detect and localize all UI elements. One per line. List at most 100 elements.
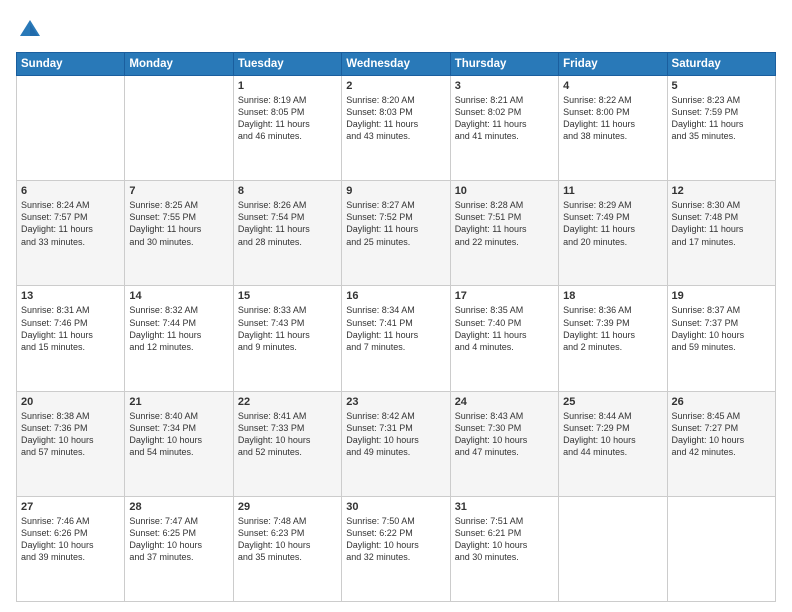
calendar-cell: 10Sunrise: 8:28 AM Sunset: 7:51 PM Dayli… xyxy=(450,181,558,286)
day-number: 7 xyxy=(129,185,228,197)
calendar-week-3: 13Sunrise: 8:31 AM Sunset: 7:46 PM Dayli… xyxy=(17,286,776,391)
calendar-cell: 8 Sunrise: 8:26 AM Sunset: 7:54 PM Daylig… xyxy=(233,181,341,286)
calendar-cell: 31 Sunrise: 7:51 AM Sunset: 6:21 PM Dayli… xyxy=(450,496,558,601)
day-number: 16 xyxy=(346,290,445,302)
calendar-cell xyxy=(125,76,233,181)
day-content: Sunrise: 8:32 AM Sunset: 7:44 PM Dayligh… xyxy=(129,304,228,353)
day-number: 15 xyxy=(238,290,337,302)
logo xyxy=(16,16,48,44)
day-number: 12 xyxy=(672,185,771,197)
calendar-cell: 27 Sunrise: 7:46 AM Sunset: 6:26 PM Dayli… xyxy=(17,496,125,601)
day-number: 1 xyxy=(238,80,337,92)
day-content: Sunrise: 8:27 AM Sunset: 7:52 PM Dayligh… xyxy=(346,199,445,248)
day-content: Sunrise: 8:45 AM Sunset: 7:27 PM Dayligh… xyxy=(672,410,771,459)
calendar-cell: 25Sunrise: 8:44 AM Sunset: 7:29 PM Dayli… xyxy=(559,391,667,496)
calendar-dow-monday: Monday xyxy=(125,53,233,76)
day-number: 27 xyxy=(21,501,120,513)
calendar-cell: 13Sunrise: 8:31 AM Sunset: 7:46 PM Dayli… xyxy=(17,286,125,391)
day-content: Sunrise: 7:46 AM Sunset: 6:26 PM Dayligh… xyxy=(21,515,120,564)
day-number: 20 xyxy=(21,396,120,408)
calendar-cell: 9 Sunrise: 8:27 AM Sunset: 7:52 PM Daylig… xyxy=(342,181,450,286)
day-number: 18 xyxy=(563,290,662,302)
calendar-cell: 7Sunrise: 8:25 AM Sunset: 7:55 PM Daylig… xyxy=(125,181,233,286)
day-content: Sunrise: 7:48 AM Sunset: 6:23 PM Dayligh… xyxy=(238,515,337,564)
calendar-dow-thursday: Thursday xyxy=(450,53,558,76)
calendar-cell xyxy=(559,496,667,601)
day-number: 31 xyxy=(455,501,554,513)
calendar-header-row: SundayMondayTuesdayWednesdayThursdayFrid… xyxy=(17,53,776,76)
day-number: 19 xyxy=(672,290,771,302)
day-content: Sunrise: 8:43 AM Sunset: 7:30 PM Dayligh… xyxy=(455,410,554,459)
day-content: Sunrise: 8:37 AM Sunset: 7:37 PM Dayligh… xyxy=(672,304,771,353)
calendar-cell: 18 Sunrise: 8:36 AM Sunset: 7:39 PM Dayli… xyxy=(559,286,667,391)
day-number: 13 xyxy=(21,290,120,302)
day-number: 4 xyxy=(563,80,662,92)
day-content: Sunrise: 8:35 AM Sunset: 7:40 PM Dayligh… xyxy=(455,304,554,353)
calendar-cell: 5 Sunrise: 8:23 AM Sunset: 7:59 PM Daylig… xyxy=(667,76,775,181)
calendar-cell: 24 Sunrise: 8:43 AM Sunset: 7:30 PM Dayli… xyxy=(450,391,558,496)
day-content: Sunrise: 8:24 AM Sunset: 7:57 PM Dayligh… xyxy=(21,199,120,248)
day-number: 21 xyxy=(129,396,228,408)
day-number: 17 xyxy=(455,290,554,302)
day-content: Sunrise: 8:34 AM Sunset: 7:41 PM Dayligh… xyxy=(346,304,445,353)
day-content: Sunrise: 8:33 AM Sunset: 7:43 PM Dayligh… xyxy=(238,304,337,353)
day-content: Sunrise: 8:38 AM Sunset: 7:36 PM Dayligh… xyxy=(21,410,120,459)
day-content: Sunrise: 8:22 AM Sunset: 8:00 PM Dayligh… xyxy=(563,94,662,143)
day-number: 26 xyxy=(672,396,771,408)
day-number: 14 xyxy=(129,290,228,302)
calendar-table: SundayMondayTuesdayWednesdayThursdayFrid… xyxy=(16,52,776,602)
calendar-cell: 4 Sunrise: 8:22 AM Sunset: 8:00 PM Daylig… xyxy=(559,76,667,181)
calendar-cell: 22Sunrise: 8:41 AM Sunset: 7:33 PM Dayli… xyxy=(233,391,341,496)
calendar-cell: 2Sunrise: 8:20 AM Sunset: 8:03 PM Daylig… xyxy=(342,76,450,181)
day-number: 11 xyxy=(563,185,662,197)
calendar-cell: 28 Sunrise: 7:47 AM Sunset: 6:25 PM Dayli… xyxy=(125,496,233,601)
calendar-dow-wednesday: Wednesday xyxy=(342,53,450,76)
day-content: Sunrise: 7:47 AM Sunset: 6:25 PM Dayligh… xyxy=(129,515,228,564)
day-content: Sunrise: 8:21 AM Sunset: 8:02 PM Dayligh… xyxy=(455,94,554,143)
calendar-cell xyxy=(17,76,125,181)
day-number: 5 xyxy=(672,80,771,92)
day-number: 23 xyxy=(346,396,445,408)
calendar-dow-sunday: Sunday xyxy=(17,53,125,76)
day-content: Sunrise: 8:44 AM Sunset: 7:29 PM Dayligh… xyxy=(563,410,662,459)
calendar-cell: 23 Sunrise: 8:42 AM Sunset: 7:31 PM Dayli… xyxy=(342,391,450,496)
calendar-cell: 26 Sunrise: 8:45 AM Sunset: 7:27 PM Dayli… xyxy=(667,391,775,496)
header xyxy=(16,16,776,44)
calendar-cell: 6Sunrise: 8:24 AM Sunset: 7:57 PM Daylig… xyxy=(17,181,125,286)
day-content: Sunrise: 8:23 AM Sunset: 7:59 PM Dayligh… xyxy=(672,94,771,143)
day-number: 28 xyxy=(129,501,228,513)
day-number: 24 xyxy=(455,396,554,408)
calendar-cell: 30 Sunrise: 7:50 AM Sunset: 6:22 PM Dayli… xyxy=(342,496,450,601)
day-content: Sunrise: 8:30 AM Sunset: 7:48 PM Dayligh… xyxy=(672,199,771,248)
day-content: Sunrise: 8:26 AM Sunset: 7:54 PM Dayligh… xyxy=(238,199,337,248)
day-content: Sunrise: 8:42 AM Sunset: 7:31 PM Dayligh… xyxy=(346,410,445,459)
day-number: 8 xyxy=(238,185,337,197)
day-number: 9 xyxy=(346,185,445,197)
day-content: Sunrise: 8:36 AM Sunset: 7:39 PM Dayligh… xyxy=(563,304,662,353)
calendar-cell: 19 Sunrise: 8:37 AM Sunset: 7:37 PM Dayli… xyxy=(667,286,775,391)
calendar-week-5: 27 Sunrise: 7:46 AM Sunset: 6:26 PM Dayli… xyxy=(17,496,776,601)
calendar-cell: 16 Sunrise: 8:34 AM Sunset: 7:41 PM Dayli… xyxy=(342,286,450,391)
day-content: Sunrise: 7:50 AM Sunset: 6:22 PM Dayligh… xyxy=(346,515,445,564)
page: SundayMondayTuesdayWednesdayThursdayFrid… xyxy=(0,0,792,612)
calendar-cell: 20 Sunrise: 8:38 AM Sunset: 7:36 PM Dayli… xyxy=(17,391,125,496)
calendar-dow-saturday: Saturday xyxy=(667,53,775,76)
calendar-week-4: 20 Sunrise: 8:38 AM Sunset: 7:36 PM Dayli… xyxy=(17,391,776,496)
calendar-cell: 15 Sunrise: 8:33 AM Sunset: 7:43 PM Dayli… xyxy=(233,286,341,391)
logo-icon xyxy=(16,16,44,44)
calendar-week-2: 6Sunrise: 8:24 AM Sunset: 7:57 PM Daylig… xyxy=(17,181,776,286)
day-content: Sunrise: 8:40 AM Sunset: 7:34 PM Dayligh… xyxy=(129,410,228,459)
day-content: Sunrise: 8:19 AM Sunset: 8:05 PM Dayligh… xyxy=(238,94,337,143)
calendar-cell: 11 Sunrise: 8:29 AM Sunset: 7:49 PM Dayli… xyxy=(559,181,667,286)
day-content: Sunrise: 7:51 AM Sunset: 6:21 PM Dayligh… xyxy=(455,515,554,564)
day-number: 30 xyxy=(346,501,445,513)
calendar-cell: 3 Sunrise: 8:21 AM Sunset: 8:02 PM Daylig… xyxy=(450,76,558,181)
day-content: Sunrise: 8:28 AM Sunset: 7:51 PM Dayligh… xyxy=(455,199,554,248)
calendar-dow-tuesday: Tuesday xyxy=(233,53,341,76)
day-content: Sunrise: 8:29 AM Sunset: 7:49 PM Dayligh… xyxy=(563,199,662,248)
calendar-cell xyxy=(667,496,775,601)
calendar-cell: 12 Sunrise: 8:30 AM Sunset: 7:48 PM Dayli… xyxy=(667,181,775,286)
day-number: 3 xyxy=(455,80,554,92)
day-number: 2 xyxy=(346,80,445,92)
calendar-dow-friday: Friday xyxy=(559,53,667,76)
